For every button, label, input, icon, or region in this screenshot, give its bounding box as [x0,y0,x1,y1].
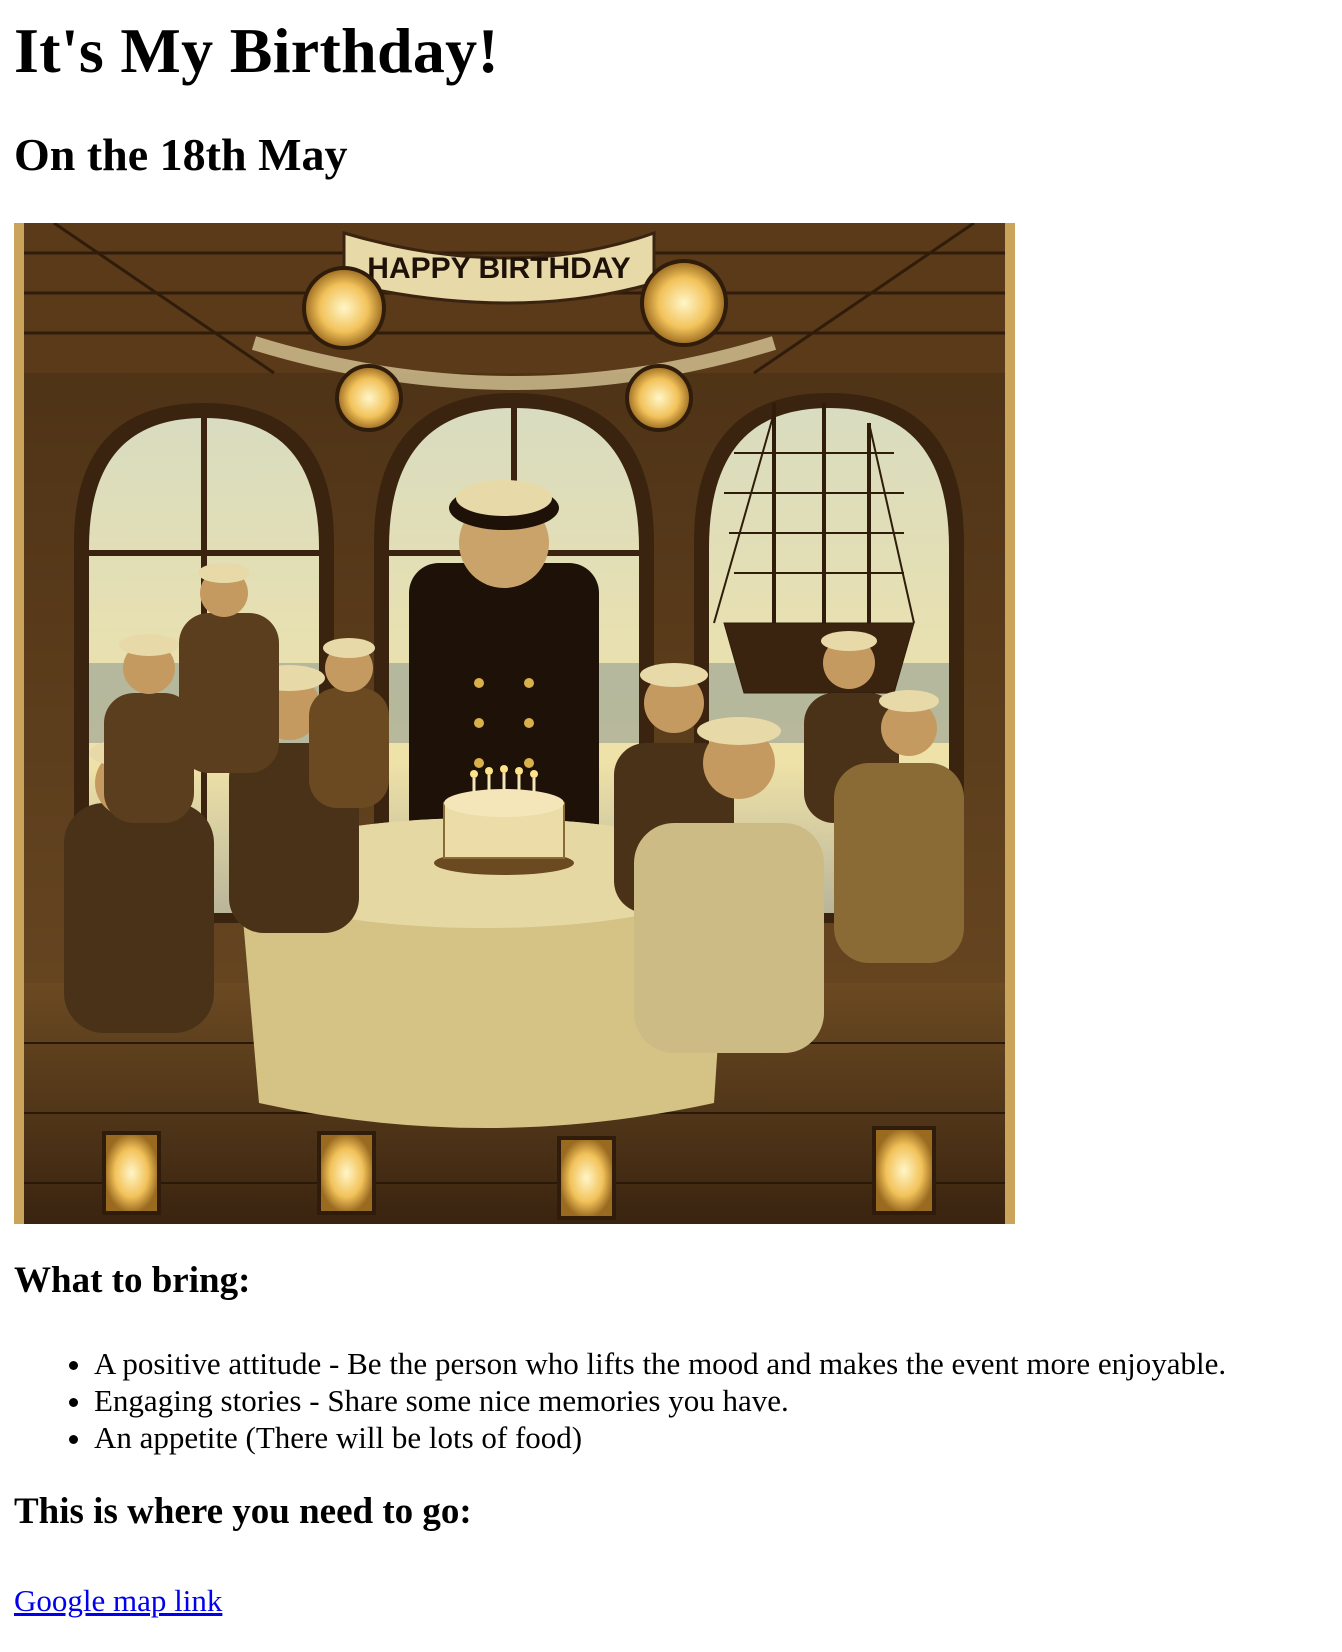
list-item: A positive attitude - Be the person who … [94,1345,1328,1382]
list-item: An appetite (There will be lots of food) [94,1419,1328,1456]
birthday-party-image: HAPPY BIRTHDAY [14,223,1015,1224]
bring-heading: What to bring: [14,1260,251,1301]
banner-text: HAPPY BIRTHDAY [367,252,630,285]
bring-list: A positive attitude - Be the person who … [14,1345,1328,1456]
page: It's My Birthday! On the 18th May HAPPY … [0,0,1342,1619]
google-map-link[interactable]: Google map link [14,1583,222,1619]
location-heading: This is where you need to go: [14,1491,472,1532]
page-subtitle: On the 18th May [14,129,348,180]
page-title: It's My Birthday! [14,15,500,86]
list-item: Engaging stories - Share some nice memor… [94,1382,1328,1419]
